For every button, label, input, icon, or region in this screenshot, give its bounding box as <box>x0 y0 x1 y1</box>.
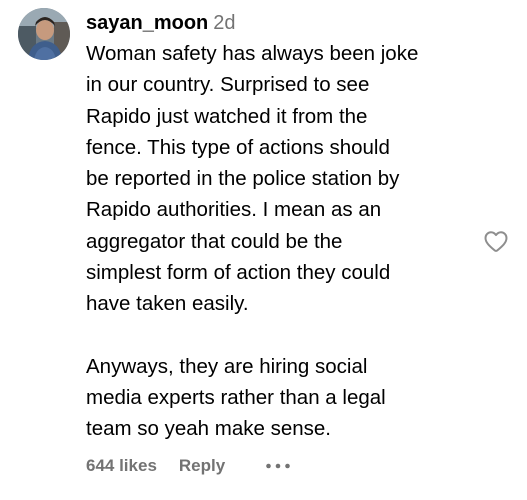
avatar-image <box>18 8 70 60</box>
comment-actions: 644 likes Reply <box>86 455 291 477</box>
more-horizontal-icon <box>266 463 291 469</box>
timestamp: 2d <box>213 12 236 34</box>
like-button[interactable] <box>482 227 510 255</box>
likes-count[interactable]: 644 likes <box>86 455 157 477</box>
avatar[interactable] <box>18 8 70 60</box>
comment-header: sayan_moon 2d <box>86 10 236 36</box>
username[interactable]: sayan_moon <box>86 12 208 34</box>
comment-paragraph-1: Woman safety has always been joke in our… <box>86 42 419 316</box>
comment-paragraph-2: Anyways, they are hiring social media ex… <box>86 354 386 441</box>
heart-outline-icon <box>484 231 508 252</box>
comment-body: Woman safety has always been joke in our… <box>86 38 476 445</box>
reply-button[interactable]: Reply <box>179 455 225 477</box>
more-options-button[interactable] <box>265 462 291 470</box>
